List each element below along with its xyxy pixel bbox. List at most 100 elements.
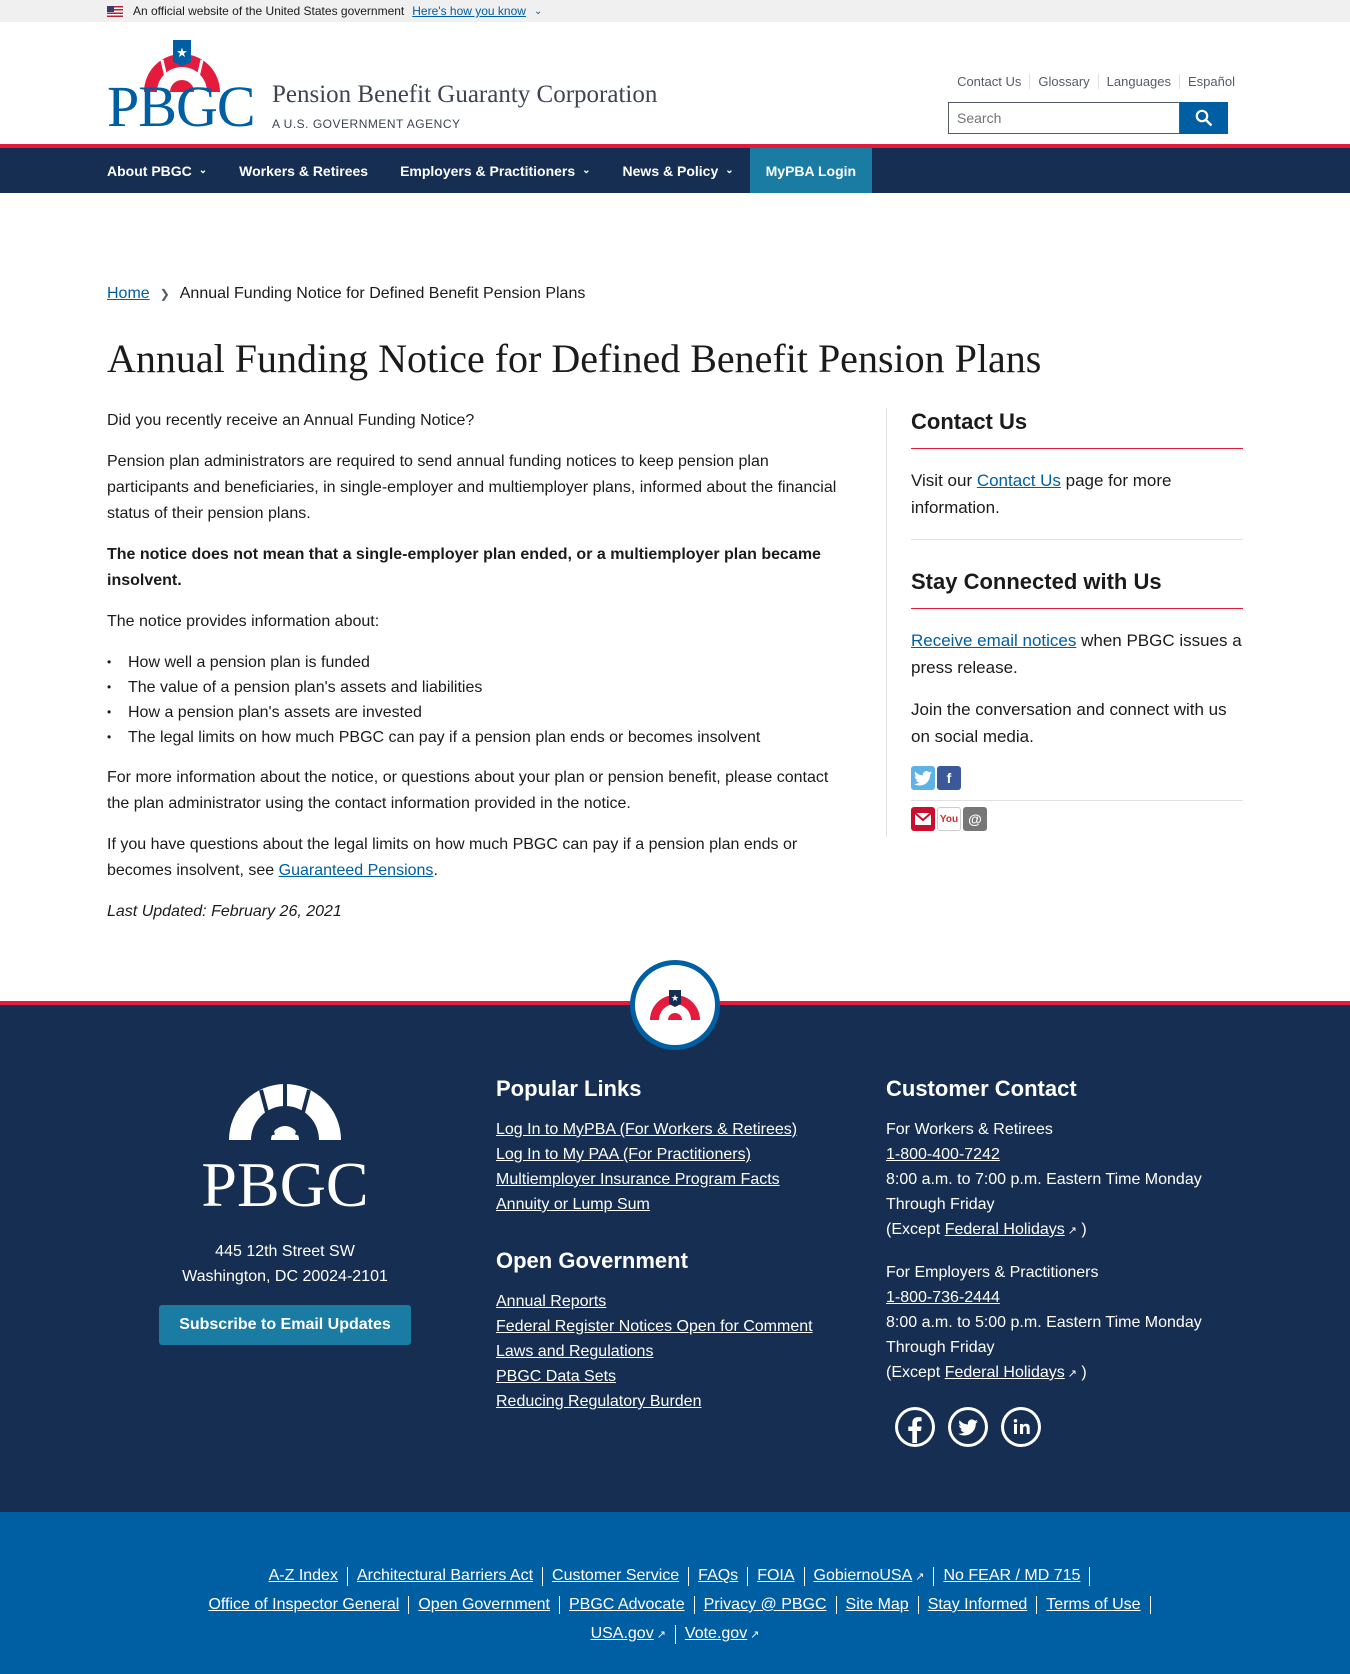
bottom-link[interactable]: GobiernoUSA — [814, 1567, 913, 1584]
bottom-link[interactable]: Vote.gov — [685, 1625, 747, 1642]
bottom-link-wrap: Vote.gov ↗ — [676, 1625, 769, 1644]
federal-holidays-link[interactable]: Federal Holidays — [945, 1221, 1065, 1238]
nav-about[interactable]: About PBGC ⌄ — [107, 148, 223, 193]
chevron-down-icon: ⌄ — [198, 165, 208, 176]
facebook-icon[interactable]: f — [937, 766, 961, 790]
nav-about-label: About PBGC — [107, 162, 192, 179]
external-link-icon: ↗ — [1067, 1368, 1077, 1380]
bottom-link[interactable]: Open Government — [409, 1596, 560, 1614]
popular-link[interactable]: Log In to MyPBA (For Workers & Retirees) — [496, 1117, 856, 1142]
customer-contact-heading: Customer Contact — [886, 1076, 1077, 1101]
main-nav: About PBGC ⌄ Workers & Retirees Employers… — [0, 148, 1350, 193]
search-input[interactable] — [948, 102, 1180, 134]
bottom-link[interactable]: Office of Inspector General — [199, 1596, 410, 1614]
external-link-icon: ↗ — [750, 1629, 760, 1641]
workers-label: For Workers & Retirees — [886, 1121, 1053, 1138]
bottom-link[interactable]: FOIA — [748, 1567, 805, 1586]
federal-holidays-link[interactable]: Federal Holidays — [945, 1364, 1065, 1381]
employers-label: For Employers & Practitioners — [886, 1264, 1099, 1281]
chevron-down-icon[interactable]: ⌄ — [534, 6, 542, 17]
except-post: ) — [1081, 1221, 1087, 1238]
stay-connected-block: Receive email notices when PBGC issues a… — [911, 609, 1243, 750]
twitter-icon[interactable] — [911, 766, 935, 790]
workers-phone-link[interactable]: 1-800-400-7242 — [886, 1146, 1000, 1163]
linkedin-icon[interactable] — [1001, 1407, 1041, 1447]
bottom-link-wrap: USA.gov ↗ — [582, 1625, 676, 1644]
popular-link[interactable]: Log In to My PAA (For Practitioners) — [496, 1142, 856, 1167]
how-you-know-link[interactable]: Here's how you know — [412, 4, 526, 18]
employers-contact: For Employers & Practitioners 1-800-736-… — [886, 1260, 1226, 1387]
open-gov-link[interactable]: Federal Register Notices Open for Commen… — [496, 1314, 856, 1339]
bottom-link[interactable]: Terms of Use — [1037, 1596, 1151, 1614]
logo-wordmark: PBGC — [107, 74, 256, 139]
bottom-links-row-3: USA.gov ↗ Vote.gov ↗ — [0, 1625, 1350, 1644]
popular-links-heading: Popular Links — [496, 1076, 642, 1101]
open-government-heading: Open Government — [496, 1248, 688, 1273]
agency-subtitle: A U.S. GOVERNMENT AGENCY — [272, 117, 461, 131]
nav-news[interactable]: News & Policy ⌄ — [607, 148, 750, 193]
external-link-icon: ↗ — [915, 1571, 925, 1583]
bottom-link[interactable]: Privacy @ PBGC — [695, 1596, 837, 1614]
subscribe-email-button[interactable]: Subscribe to Email Updates — [159, 1305, 411, 1345]
at-icon[interactable]: @ — [963, 807, 987, 831]
chevron-right-icon: ❯ — [159, 287, 170, 301]
youtube-icon[interactable]: You — [937, 807, 961, 831]
workers-contact: For Workers & Retirees 1-800-400-7242 8:… — [886, 1117, 1226, 1244]
join-text: Join the conversation and connect with u… — [911, 700, 1227, 746]
except-pre: (Except — [886, 1364, 945, 1381]
paragraph-legal-limits: If you have questions about the legal li… — [107, 832, 837, 884]
list-item: How well a pension plan is funded — [107, 650, 837, 675]
employers-phone-link[interactable]: 1-800-736-2444 — [886, 1289, 1000, 1306]
gov-banner: An official website of the United States… — [0, 0, 1350, 22]
paragraph-notice-meaning: The notice does not mean that a single-e… — [107, 546, 821, 589]
popular-link[interactable]: Annuity or Lump Sum — [496, 1192, 856, 1217]
bottom-link[interactable]: Site Map — [837, 1596, 919, 1614]
popular-link[interactable]: Multiemployer Insurance Program Facts — [496, 1167, 856, 1192]
mypba-login-button[interactable]: MyPBA Login — [749, 148, 873, 193]
last-updated: Last Updated: February 26, 2021 — [107, 903, 342, 920]
bottom-link[interactable]: A-Z Index — [260, 1567, 348, 1586]
gov-banner-text: An official website of the United States… — [133, 4, 405, 18]
util-link-contact[interactable]: Contact Us — [949, 74, 1029, 89]
util-link-languages[interactable]: Languages — [1097, 74, 1179, 89]
open-gov-link[interactable]: Laws and Regulations — [496, 1339, 856, 1364]
list-item: How a pension plan's assets are invested — [107, 700, 837, 725]
facebook-icon[interactable] — [895, 1407, 935, 1447]
bottom-link[interactable]: Customer Service — [543, 1567, 690, 1586]
bottom-link[interactable]: No FEAR / MD 715 — [934, 1567, 1091, 1586]
legal-limits-text: If you have questions about the legal li… — [107, 836, 798, 879]
search-icon — [1195, 109, 1213, 127]
bottom-links-row-1: A-Z Index Architectural Barriers Act Cus… — [0, 1567, 1350, 1586]
except-post: ) — [1081, 1364, 1087, 1381]
guaranteed-pensions-link[interactable]: Guaranteed Pensions — [279, 862, 434, 879]
site-footer: PBGC 445 12th Street SW Washington, DC 2… — [0, 1005, 1350, 1512]
breadcrumb-home[interactable]: Home — [107, 285, 150, 303]
receive-email-link[interactable]: Receive email notices — [911, 631, 1076, 650]
nav-employers[interactable]: Employers & Practitioners ⌄ — [384, 148, 606, 193]
open-gov-link[interactable]: Reducing Regulatory Burden — [496, 1389, 856, 1414]
util-link-glossary[interactable]: Glossary — [1029, 74, 1097, 89]
social-icons-row: f — [911, 750, 1243, 801]
footer-logo-wordmark: PBGC — [201, 1149, 369, 1220]
open-gov-link[interactable]: PBGC Data Sets — [496, 1364, 856, 1389]
util-link-espanol[interactable]: Español — [1179, 74, 1243, 89]
nav-workers[interactable]: Workers & Retirees — [223, 148, 384, 193]
chevron-down-icon: ⌄ — [582, 165, 591, 176]
bottom-link[interactable]: USA.gov — [591, 1625, 654, 1642]
site-header: ★ PBGC Pension Benefit Guaranty Corporat… — [0, 22, 1350, 148]
pbgc-logo[interactable]: ★ PBGC — [107, 40, 257, 136]
twitter-icon[interactable] — [948, 1407, 988, 1447]
bottom-link[interactable]: Architectural Barriers Act — [348, 1567, 544, 1586]
bottom-link[interactable]: Stay Informed — [919, 1596, 1038, 1614]
list-item: The legal limits on how much PBGC can pa… — [107, 725, 837, 750]
except-pre: (Except — [886, 1221, 945, 1238]
bottom-link[interactable]: FAQs — [689, 1567, 749, 1586]
open-gov-link[interactable]: Annual Reports — [496, 1289, 856, 1314]
bottom-link[interactable]: PBGC Advocate — [560, 1596, 695, 1614]
search-button[interactable] — [1180, 102, 1228, 134]
email-icon[interactable] — [911, 807, 935, 831]
contact-us-link[interactable]: Contact Us — [977, 471, 1061, 490]
agency-name[interactable]: Pension Benefit Guaranty Corporation — [272, 81, 657, 109]
bottom-links-bar: A-Z Index Architectural Barriers Act Cus… — [0, 1512, 1350, 1674]
breadcrumb-current: Annual Funding Notice for Defined Benefi… — [179, 285, 586, 302]
